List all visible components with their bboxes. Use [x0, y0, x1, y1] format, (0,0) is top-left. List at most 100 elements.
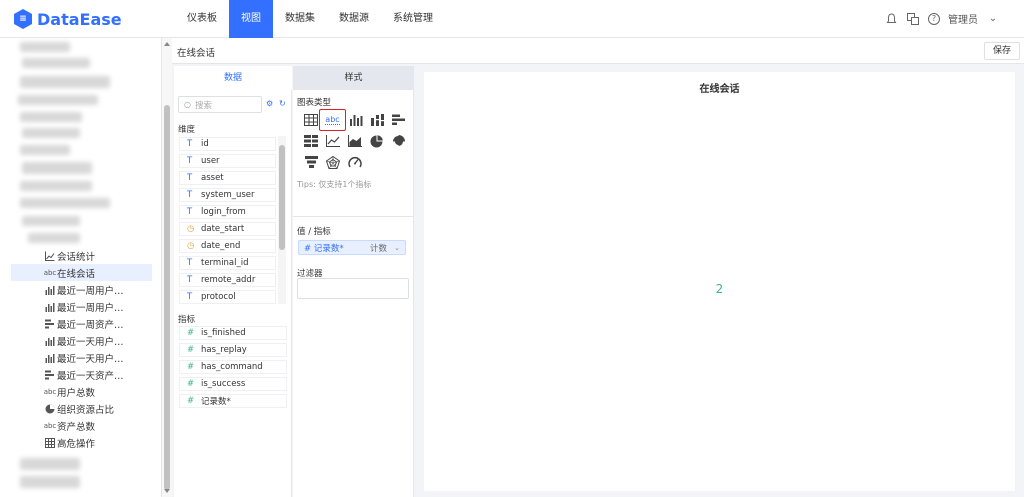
line-chart-icon[interactable] — [325, 133, 341, 149]
search-icon: ○ — [184, 100, 191, 109]
save-button[interactable]: 保存 — [984, 42, 1020, 60]
filter-drop-zone[interactable] — [297, 278, 409, 299]
tree-item-week-users-2[interactable]: 最近一周用户… — [11, 298, 152, 315]
nav-item-dataset[interactable]: 数据集 — [273, 0, 327, 38]
bar-chart-icon — [45, 336, 55, 346]
text-type-icon: T — [187, 292, 193, 302]
measure-field[interactable]: # 记录数* — [179, 394, 287, 408]
notification-icon[interactable] — [884, 12, 898, 26]
dimension-field[interactable]: ◷ date_end — [179, 239, 276, 253]
dimension-field[interactable]: Tsystem_user — [179, 188, 276, 202]
settings-icon[interactable]: ⚙ — [266, 99, 273, 108]
text-card-chart-icon[interactable]: abc — [319, 109, 346, 131]
scroll-down-icon[interactable] — [164, 489, 170, 493]
dimension-field[interactable]: Tlogin_from — [179, 205, 276, 219]
bar-chart-icon — [45, 302, 55, 312]
tree-item-day-assets[interactable]: 最近一天资产… — [11, 366, 152, 383]
text-type-icon: T — [187, 139, 193, 149]
nav-item-dashboard[interactable]: 仪表板 — [175, 0, 229, 38]
text-type-icon: T — [187, 173, 193, 183]
card-title: 在线会话 — [699, 84, 740, 95]
dimension-label: 维度 — [178, 125, 196, 135]
scroll-up-icon[interactable] — [164, 42, 170, 46]
bar-chart-icon — [45, 285, 55, 295]
user-name[interactable]: 管理员 — [948, 11, 978, 26]
blurred-tree-item — [20, 476, 80, 488]
nav-item-datasource[interactable]: 数据源 — [327, 0, 381, 38]
gauge-chart-icon[interactable] — [347, 154, 363, 170]
card-value: 2 — [715, 282, 724, 296]
nav-item-view[interactable]: 视图 — [229, 0, 273, 38]
tab-data[interactable]: 数据 — [174, 66, 292, 90]
tree-item-day-users-1[interactable]: 最近一天用户… — [11, 332, 152, 349]
tab-style[interactable]: 样式 — [293, 66, 414, 90]
scrollbar-thumb[interactable] — [164, 105, 170, 490]
chevron-down-icon[interactable]: ⌄ — [394, 244, 400, 252]
tree-item-org-resource-ratio[interactable]: 组织资源占比 — [11, 400, 152, 417]
table-chart-icon[interactable] — [303, 112, 319, 128]
measure-field[interactable]: # is_success — [179, 377, 287, 391]
style-panel: 样式 图表类型 abc Tips: 仅支持1个指标 值 / 指标 # 记录数* … — [293, 66, 414, 497]
blurred-tree-item — [28, 233, 80, 243]
value-metric-label: 值 / 指标 — [297, 227, 331, 237]
pie-chart-icon[interactable] — [368, 133, 384, 149]
tree-item-day-users-2[interactable]: 最近一天用户… — [11, 349, 152, 366]
language-icon[interactable] — [906, 12, 920, 26]
bar-chart-icon[interactable] — [348, 112, 364, 128]
value-metric-chip[interactable]: # 记录数* 计数 ⌄ — [298, 240, 406, 255]
measure-field[interactable]: # has_replay — [179, 343, 287, 357]
text-type-icon: T — [187, 190, 193, 200]
dimension-field[interactable]: Tterminal_id — [179, 256, 276, 270]
dimension-field[interactable]: ◷ date_start — [179, 222, 276, 236]
text-type-icon: T — [187, 156, 193, 166]
top-right-tools: ? 管理员 ⌄ — [884, 11, 1000, 26]
scrollbar-thumb[interactable] — [279, 145, 285, 250]
app-name: DataEase — [37, 9, 122, 29]
text-card-icon: abc — [43, 421, 57, 430]
chart-type-label: 图表类型 — [297, 98, 332, 108]
tree-item-total-assets[interactable]: abc 资产总数 — [11, 417, 152, 434]
top-navbar: ≡ DataEase 仪表板 视图 数据集 数据源 系统管理 ? 管理员 ⌄ — [0, 0, 1024, 38]
refresh-icon[interactable]: ↻ — [279, 99, 286, 108]
clock-icon: ◷ — [187, 224, 195, 234]
stacked-bar-chart-icon[interactable] — [369, 112, 385, 128]
tree-item-week-users-1[interactable]: 最近一周用户… — [11, 281, 152, 298]
table-icon — [45, 437, 55, 448]
area-chart-icon[interactable] — [347, 133, 363, 149]
tree-item-online-sessions[interactable]: abc 在线会话 — [11, 264, 152, 281]
tree-item-session-stats[interactable]: 会话统计 — [11, 247, 152, 264]
field-search-input[interactable]: ○ 搜索 — [178, 96, 262, 113]
horizontal-bar-icon — [45, 370, 55, 380]
number-type-icon: # — [187, 328, 195, 338]
rose-chart-icon[interactable] — [390, 133, 406, 149]
tree-item-high-risk-ops[interactable]: 高危操作 — [11, 434, 152, 451]
horizontal-bar-chart-icon[interactable] — [390, 112, 406, 128]
dimension-field[interactable]: Tuser — [179, 154, 276, 168]
app-logo[interactable]: ≡ DataEase — [14, 8, 122, 30]
chart-canvas: 在线会话 2 — [415, 66, 1024, 497]
chevron-down-icon[interactable]: ⌄ — [986, 12, 1000, 26]
help-icon[interactable]: ? — [928, 12, 940, 25]
tree-item-week-assets[interactable]: 最近一周资产… — [11, 315, 152, 332]
dimension-field[interactable]: Tasset — [179, 171, 276, 185]
radar-chart-icon[interactable] — [325, 154, 341, 170]
stacked-horizontal-bar-icon[interactable] — [303, 133, 319, 149]
line-chart-icon — [45, 251, 55, 261]
tree-item-total-users[interactable]: abc 用户总数 — [11, 383, 152, 400]
funnel-chart-icon[interactable] — [303, 154, 319, 170]
dimension-field[interactable]: Tid — [179, 137, 276, 151]
nav-item-system-admin[interactable]: 系统管理 — [381, 0, 445, 38]
blurred-tree-item — [20, 181, 92, 191]
measure-field[interactable]: # has_command — [179, 360, 287, 374]
logo-icon: ≡ — [14, 9, 32, 29]
dimension-field[interactable]: Tremote_addr — [179, 273, 276, 287]
text-card[interactable]: 在线会话 2 — [424, 72, 1015, 491]
dimension-field[interactable]: Tprotocol — [179, 290, 276, 304]
tree-scrollbar[interactable] — [162, 38, 172, 497]
measure-field[interactable]: # is_finished — [179, 326, 287, 340]
blurred-tree-item — [18, 95, 98, 105]
dimension-scrollbar[interactable] — [278, 136, 286, 304]
blurred-tree-item — [22, 162, 92, 174]
view-header: 在线会话 保存 — [172, 38, 1024, 64]
view-tree-panel: 会话统计 abc 在线会话 最近一周用户… 最近一周用户… 最近一周资产… 最近… — [0, 38, 162, 497]
